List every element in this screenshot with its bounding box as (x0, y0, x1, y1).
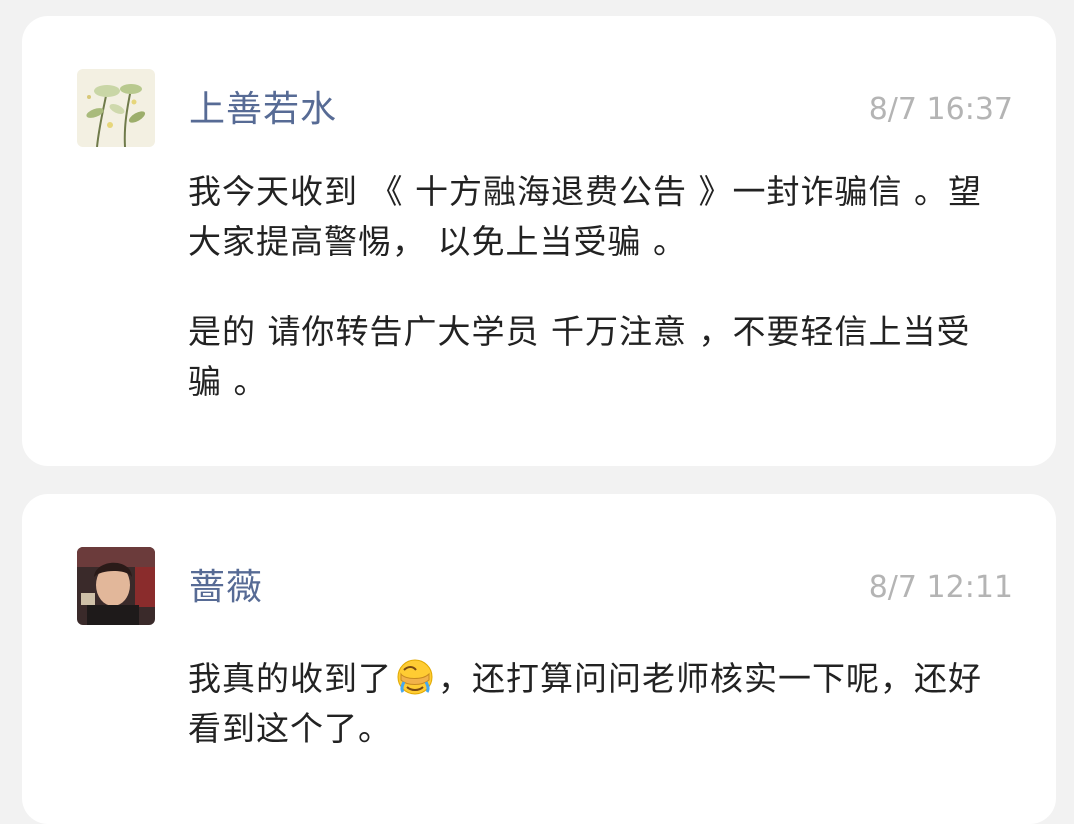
message-text: 我真的收到了 ，还打算问问老师核实一下呢，还好看到这个了。 (188, 654, 1000, 754)
message-text: 是的 请你转告广大学员 千万注意 ，不要轻信上当受骗 。 (188, 312, 971, 401)
comment-card: 上善若水 8/7 16:37 我今天收到 《 十方融海退费公告 》一封诈骗信 。… (22, 16, 1056, 466)
plant-illustration-avatar-icon (77, 69, 155, 147)
comment-card: 蔷薇 8/7 12:11 我真的收到了 ，还打算问问老师核实一下呢，还好看到这个… (22, 494, 1056, 824)
person-photo-avatar-icon (77, 547, 155, 625)
avatar[interactable] (77, 547, 155, 625)
user-name[interactable]: 上善若水 (189, 88, 337, 132)
user-name[interactable]: 蔷薇 (189, 566, 263, 610)
comment-time: 8/7 16:37 (868, 92, 1013, 127)
message-text: 我今天收到 《 十方融海退费公告 》一封诈骗信 。望大家提高警惕， 以免上当受骗… (188, 172, 982, 261)
avatar[interactable] (77, 69, 155, 147)
facepalm-crying-emoji-icon (395, 656, 435, 696)
comment-time: 8/7 12:11 (868, 570, 1013, 605)
message-text-part: 我真的收到了 (188, 659, 392, 698)
